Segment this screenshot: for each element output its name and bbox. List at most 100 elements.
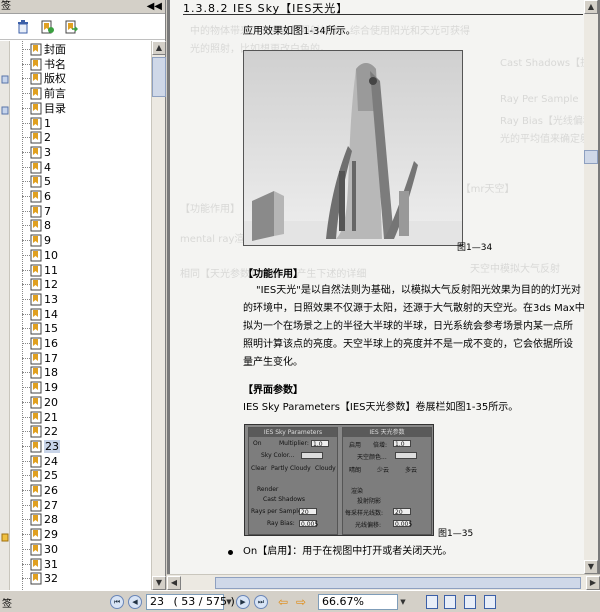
bookmark-item[interactable]: 23 <box>22 439 151 454</box>
bleed-text-line: 光的平均值来确定射线 <box>500 134 588 145</box>
bookmark-item[interactable]: 16 <box>22 336 151 351</box>
bookmark-item[interactable]: 27 <box>22 498 151 513</box>
bookmark-goto-icon[interactable] <box>64 20 78 34</box>
scroll-thumb[interactable] <box>215 577 581 589</box>
bookmark-item[interactable]: 4 <box>22 160 151 175</box>
scroll-right-button[interactable]: ▶ <box>586 576 600 590</box>
attachment-icon[interactable] <box>1 533 9 542</box>
bookmark-item[interactable]: 30 <box>22 542 151 557</box>
scroll-thumb[interactable] <box>584 150 598 164</box>
bookmark-item[interactable]: 20 <box>22 395 151 410</box>
bookmark-item[interactable]: 29 <box>22 527 151 542</box>
bookmark-icon <box>30 381 42 394</box>
bookmark-label: 30 <box>44 542 58 556</box>
bookmark-item[interactable]: 28 <box>22 512 151 527</box>
bookmark-label: 6 <box>44 190 51 203</box>
panel-side-strip <box>0 41 10 590</box>
bookmark-item[interactable]: 21 <box>22 410 151 425</box>
bookmark-item[interactable]: 22 <box>22 424 151 439</box>
page-dropdown-icon[interactable]: ▼ <box>224 595 234 609</box>
partly-cloudy-option: Partly Cloudy <box>271 465 311 472</box>
scroll-down-button[interactable]: ▼ <box>584 560 598 574</box>
page-thumb-icon[interactable] <box>1 75 9 84</box>
bookmark-item[interactable]: 19 <box>22 380 151 395</box>
bookmark-item[interactable]: 6 <box>22 189 151 204</box>
function-line: 的环境中，日照效果不仅源于太阳，还源于大气散射的天空光。在3ds Max中 <box>243 303 585 314</box>
bookmark-add-icon[interactable] <box>40 20 54 34</box>
bullet-marker <box>228 550 233 555</box>
bookmark-label: 9 <box>44 234 51 248</box>
bookmark-label: 23 <box>44 439 60 453</box>
bleed-text-line: Ray Bias【光线偏移】：设置对象 <box>500 116 588 127</box>
rollout-panel-english: IES Sky Parameters On Multiplier: 1.0 Sk… <box>248 427 338 535</box>
bookmark-item[interactable]: 2 <box>22 130 151 145</box>
tree-branch <box>22 372 30 374</box>
next-page-button[interactable]: ▶ <box>236 595 250 609</box>
zoom-dropdown-icon[interactable]: ▼ <box>398 595 408 609</box>
bookmark-label: 21 <box>44 410 58 424</box>
sky-color-swatch <box>301 452 323 459</box>
scroll-down-button[interactable]: ▼ <box>152 576 166 590</box>
bleed-text-line: 【功能作用】 <box>180 204 240 215</box>
bookmark-item[interactable]: 31 <box>22 557 151 572</box>
document-vertical-scrollbar[interactable]: ▲ ▼ <box>584 0 598 574</box>
bookmark-item[interactable]: 14 <box>22 307 151 322</box>
rollout-screenshot: IES Sky Parameters On Multiplier: 1.0 Sk… <box>244 424 434 536</box>
sky-color-label: Sky Color... <box>261 452 295 459</box>
facing-page-icon[interactable] <box>464 595 476 609</box>
bookmark-item[interactable]: 7 <box>22 204 151 219</box>
bleed-text-line: 天空中模拟大气反射 <box>470 264 560 275</box>
bookmark-item[interactable]: 5 <box>22 174 151 189</box>
collapse-panel-icon[interactable]: ◀◀ <box>147 0 162 14</box>
zoom-field[interactable]: 66.67% <box>318 594 398 610</box>
bookmark-item[interactable]: 封面 <box>22 42 151 57</box>
document-horizontal-scrollbar[interactable]: ◀ ▶ <box>167 574 600 590</box>
scroll-up-button[interactable]: ▲ <box>584 0 598 14</box>
bookmark-item[interactable]: 17 <box>22 351 151 366</box>
scroll-up-button[interactable]: ▲ <box>152 41 166 55</box>
bookmark-label: 5 <box>44 175 51 189</box>
on-checkbox-label: 启用 <box>349 442 362 449</box>
bookmark-label: 31 <box>44 557 58 571</box>
bookmark-item[interactable]: 18 <box>22 365 151 380</box>
trash-icon[interactable] <box>16 20 30 34</box>
bookmark-item[interactable]: 32 <box>22 571 151 586</box>
bookmark-item[interactable]: 书名 <box>22 57 151 72</box>
bookmark-item[interactable]: 11 <box>22 263 151 278</box>
scroll-thumb[interactable] <box>152 57 166 97</box>
bookmark-item[interactable]: 12 <box>22 277 151 292</box>
go-forward-icon[interactable]: ⇨ <box>296 595 306 609</box>
tree-branch <box>22 519 30 521</box>
page-number-field[interactable]: 23 ( 53 / 575 ) <box>146 594 235 610</box>
single-page-icon[interactable] <box>426 595 438 609</box>
bookmark-item[interactable]: 24 <box>22 454 151 469</box>
sky-color-label: 天空颜色... <box>357 454 387 461</box>
tree-branch <box>22 534 30 536</box>
bookmark-item[interactable]: 10 <box>22 248 151 263</box>
bookmark-item[interactable]: 13 <box>22 292 151 307</box>
last-page-button[interactable]: ⏭ <box>254 595 268 609</box>
bookmarks-scrollbar[interactable]: ▲ ▼ <box>151 41 166 590</box>
rollout-title: IES Sky Parameters <box>249 428 337 437</box>
first-page-button[interactable]: ⏮ <box>110 595 124 609</box>
go-back-icon[interactable]: ⇦ <box>278 595 288 609</box>
bookmark-item[interactable]: 26 <box>22 483 151 498</box>
tree-branch <box>22 122 30 124</box>
bookmark-item[interactable]: 8 <box>22 218 151 233</box>
continuous-facing-icon[interactable] <box>484 595 496 609</box>
continuous-page-icon[interactable] <box>444 595 456 609</box>
rays-value: 20 <box>395 509 403 516</box>
bookmark-item[interactable]: 前言 <box>22 86 151 101</box>
bookmark-item[interactable]: 版权 <box>22 71 151 86</box>
bookmark-item[interactable]: 3 <box>22 145 151 160</box>
bookmark-item[interactable]: 15 <box>22 321 151 336</box>
page-thumb-icon[interactable] <box>1 106 9 115</box>
bookmark-item[interactable]: 9 <box>22 233 151 248</box>
scroll-left-button[interactable]: ◀ <box>167 576 181 590</box>
previous-page-button[interactable]: ◀ <box>128 595 142 609</box>
bookmark-item[interactable]: 25 <box>22 468 151 483</box>
bookmark-item[interactable]: 1 <box>22 116 151 131</box>
tree-branch <box>22 504 30 506</box>
bookmark-item[interactable]: 目录 <box>22 101 151 116</box>
document-view[interactable]: 中的物体带来了天空光的照射效果，综合使用阳光和天光可获得光的照射，比如想更改白色… <box>167 0 600 574</box>
